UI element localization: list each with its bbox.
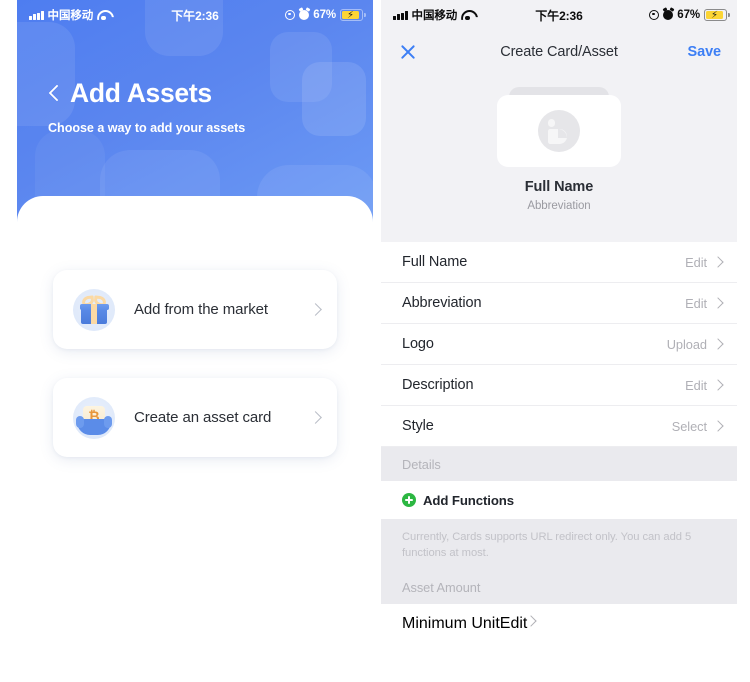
chevron-right-icon xyxy=(714,339,721,350)
status-bar-right: 67% ⚡ xyxy=(285,9,366,21)
row-action-label: Select xyxy=(671,418,707,434)
form-row-logo[interactable]: Logo Upload xyxy=(381,324,737,365)
preview-full-name: Full Name xyxy=(524,179,594,195)
option-label: Create an asset card xyxy=(134,409,272,426)
options-sheet: Add from the market ₿ Create an asset ca… xyxy=(17,196,373,682)
chevron-left-icon[interactable] xyxy=(48,84,59,103)
row-action-label: Upload xyxy=(666,336,707,352)
screenshot-root: 中国移动 下午2:36 67% ⚡ Add Assets Choose a wa… xyxy=(0,0,750,682)
signal-bars-icon xyxy=(393,10,408,20)
status-bar: 中国移动 下午2:36 67% ⚡ xyxy=(17,0,373,30)
status-bar-left: 中国移动 xyxy=(393,7,474,23)
chevron-right-icon xyxy=(714,257,721,268)
left-phone-screen: 中国移动 下午2:36 67% ⚡ Add Assets Choose a wa… xyxy=(17,0,373,682)
page-subtitle: Choose a way to add your assets xyxy=(48,121,246,135)
row-action-label: Edit xyxy=(685,254,707,270)
row-action-label: Edit xyxy=(499,615,528,628)
page-title-group: Add Assets xyxy=(48,80,212,107)
option-create-asset-card[interactable]: ₿ Create an asset card xyxy=(53,378,337,457)
card-preview: Full Name Abbreviation xyxy=(381,74,737,242)
form-row-abbreviation[interactable]: Abbreviation Edit xyxy=(381,283,737,324)
status-bar-left: 中国移动 xyxy=(29,7,110,23)
option-add-from-market[interactable]: Add from the market xyxy=(53,270,337,349)
status-bar: 中国移动 下午2:36 67% ⚡ xyxy=(381,0,737,30)
card-stack xyxy=(497,87,621,167)
section-header-details: Details xyxy=(381,447,737,481)
add-functions-button[interactable]: Add Functions xyxy=(381,481,737,519)
right-phone-screen: 中国移动 下午2:36 67% ⚡ Create Card/Asset Save xyxy=(381,0,737,682)
page-title: Add Assets xyxy=(70,78,212,108)
add-functions-label: Add Functions xyxy=(423,492,514,508)
battery-percent-label: 67% xyxy=(677,9,700,21)
carrier-label: 中国移动 xyxy=(47,10,94,22)
status-bar-right: 67% ⚡ xyxy=(649,9,730,21)
wifi-icon xyxy=(97,10,110,20)
signal-bars-icon xyxy=(29,10,44,20)
row-action[interactable]: Edit xyxy=(500,615,528,628)
row-label: Style xyxy=(402,418,434,434)
row-label: Abbreviation xyxy=(402,295,482,311)
gift-box-icon xyxy=(73,288,115,331)
default-logo-icon xyxy=(538,110,580,152)
row-label: Description xyxy=(402,377,474,393)
form-row-style[interactable]: Style Select xyxy=(381,406,737,447)
location-services-icon xyxy=(649,10,660,20)
decorative-shape xyxy=(302,62,366,136)
battery-charging-icon: ⚡ xyxy=(340,9,366,21)
chevron-right-icon xyxy=(714,380,721,391)
nav-bar: Create Card/Asset Save xyxy=(381,30,737,74)
alarm-clock-icon xyxy=(299,10,310,20)
decorative-shape xyxy=(17,22,75,126)
row-label: Minimum Unit xyxy=(402,615,500,628)
row-label: Full Name xyxy=(402,254,468,270)
chevron-right-icon xyxy=(311,303,319,316)
bitcoin-coin-icon: ₿ xyxy=(73,396,115,439)
row-label: Logo xyxy=(402,336,434,352)
form-row-description[interactable]: Description Edit xyxy=(381,365,737,406)
section-header-asset-amount: Asset Amount xyxy=(381,570,737,604)
chevron-right-icon xyxy=(714,421,721,432)
option-label: Add from the market xyxy=(134,301,268,318)
row-action-label: Edit xyxy=(685,377,707,393)
row-action[interactable]: Upload xyxy=(667,337,721,352)
row-action[interactable]: Edit xyxy=(685,255,721,270)
chevron-right-icon xyxy=(714,298,721,309)
chevron-right-icon xyxy=(311,411,319,424)
save-button[interactable]: Save xyxy=(688,44,722,60)
nav-title: Create Card/Asset xyxy=(500,44,618,60)
card-front-layer xyxy=(497,95,621,167)
battery-percent-label: 67% xyxy=(313,9,336,21)
close-x-icon[interactable] xyxy=(397,41,419,63)
row-action[interactable]: Edit xyxy=(685,296,721,311)
preview-abbreviation: Abbreviation xyxy=(527,200,591,212)
alarm-clock-icon xyxy=(663,10,674,20)
plus-circle-icon xyxy=(402,493,416,507)
wifi-icon xyxy=(461,10,474,20)
add-assets-hero: 中国移动 下午2:36 67% ⚡ Add Assets Choose a wa… xyxy=(17,0,373,225)
form-row-full-name[interactable]: Full Name Edit xyxy=(381,242,737,283)
location-services-icon xyxy=(285,10,296,20)
carrier-label: 中国移动 xyxy=(411,10,458,22)
functions-hint-text: Currently, Cards supports URL redirect o… xyxy=(381,519,737,571)
form-list: Full Name Edit Abbreviation Edit Logo Up… xyxy=(381,242,737,628)
row-action-label: Edit xyxy=(685,295,707,311)
row-action[interactable]: Select xyxy=(672,419,721,434)
form-row-minimum-unit[interactable]: Minimum Unit Edit xyxy=(381,604,737,628)
battery-charging-icon: ⚡ xyxy=(704,9,730,21)
row-action[interactable]: Edit xyxy=(685,378,721,393)
